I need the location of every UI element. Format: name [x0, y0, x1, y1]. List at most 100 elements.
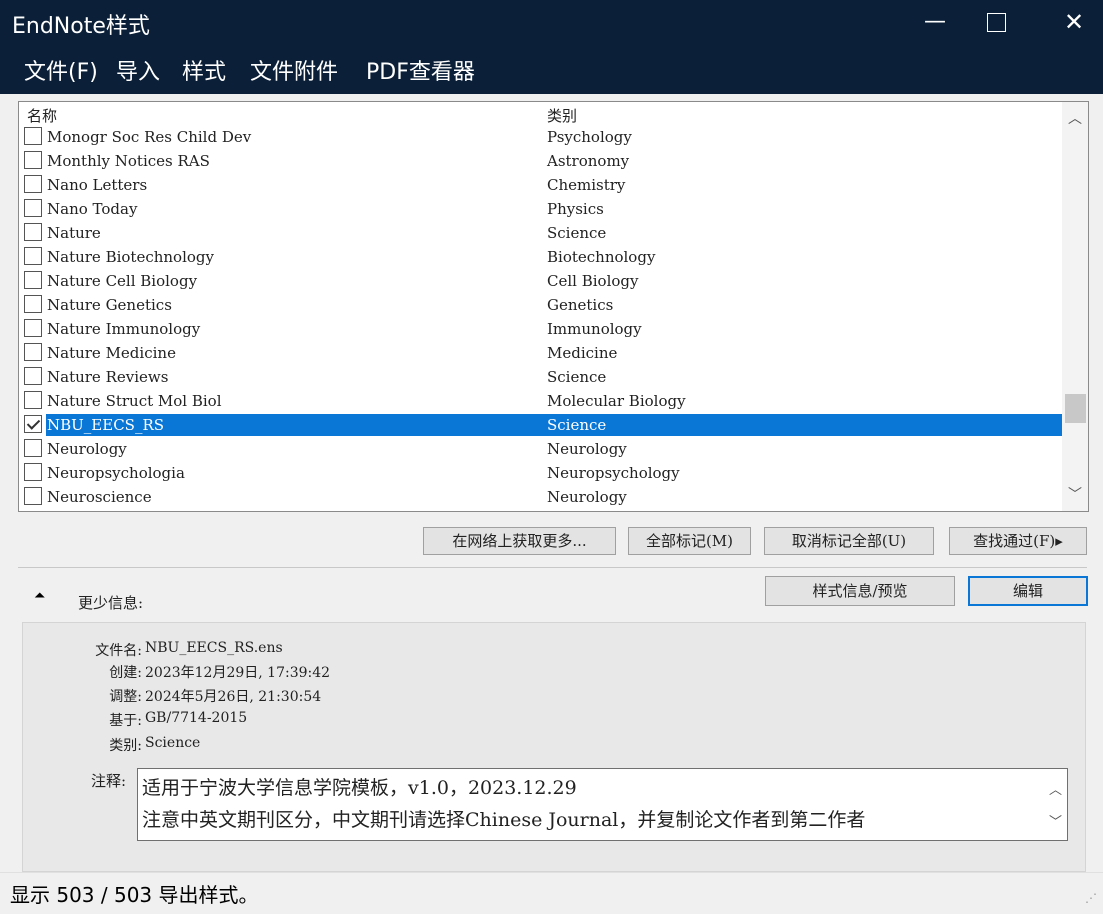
- close-button[interactable]: ✕: [1046, 0, 1102, 48]
- row-category: Immunology: [547, 320, 642, 338]
- row-checkbox[interactable]: [24, 367, 42, 385]
- row-checkbox[interactable]: [24, 199, 42, 217]
- scroll-thumb[interactable]: [1065, 394, 1086, 423]
- row-category: Molecular Biology: [547, 392, 686, 410]
- row-name: Nature Genetics: [47, 296, 172, 314]
- row-name: Nano Today: [47, 200, 138, 218]
- row-name: Nature Reviews: [47, 368, 169, 386]
- row-category: Astronomy: [547, 152, 630, 170]
- row-checkbox[interactable]: [24, 415, 42, 433]
- row-category: Neuropsychology: [547, 464, 680, 482]
- row-checkbox[interactable]: [24, 295, 42, 313]
- column-header-category[interactable]: 类别: [547, 105, 577, 126]
- style-rows: Monogr Soc Res Child Dev Psychology Monthl…: [19, 125, 1062, 509]
- row-category: Science: [547, 224, 607, 242]
- filename-value: NBU_EECS_RS.ens: [145, 640, 283, 656]
- row-category: Cell Biology: [547, 272, 639, 290]
- scroll-down-icon[interactable]: ﹀: [1062, 482, 1088, 508]
- list-row[interactable]: NBU_EECS_RS Science: [19, 413, 1062, 437]
- created-value: 2023年12月29日, 17:39:42: [145, 665, 331, 681]
- row-checkbox[interactable]: [24, 151, 42, 169]
- column-header-name[interactable]: 名称: [27, 105, 57, 126]
- row-name: Nature Cell Biology: [47, 272, 198, 290]
- notes-line-1: 适用于宁波大学信息学院模板，v1.0，2023.12.29: [142, 777, 577, 799]
- row-name: Nature Biotechnology: [47, 248, 214, 266]
- list-row[interactable]: Nature Medicine Medicine: [19, 341, 1062, 365]
- row-checkbox[interactable]: [24, 391, 42, 409]
- window-title: EndNote样式: [12, 14, 150, 39]
- row-checkbox[interactable]: [24, 247, 42, 265]
- minimize-button[interactable]: —: [907, 0, 963, 48]
- row-category: Psychology: [547, 128, 632, 146]
- list-row[interactable]: Nano Letters Chemistry: [19, 173, 1062, 197]
- list-row[interactable]: Neurology Neurology: [19, 437, 1062, 461]
- list-row[interactable]: Nature Reviews Science: [19, 365, 1062, 389]
- row-category: Science: [547, 416, 607, 434]
- edit-button[interactable]: 编辑: [968, 576, 1088, 606]
- title-bar: EndNote样式 — ✕: [0, 0, 1103, 48]
- notes-label: 注释:: [90, 772, 126, 790]
- less-info-toggle[interactable]: 更少信息:: [78, 592, 143, 613]
- notes-textbox[interactable]: 适用于宁波大学信息学院模板，v1.0，2023.12.29 注意中英文期刊区分，…: [137, 768, 1068, 841]
- menu-pdf-viewer[interactable]: PDF查看器: [366, 54, 475, 86]
- row-category: Genetics: [547, 296, 614, 314]
- menu-file[interactable]: 文件(F): [24, 54, 98, 86]
- row-checkbox[interactable]: [24, 223, 42, 241]
- list-scrollbar[interactable]: ︿ ﹀: [1062, 102, 1088, 511]
- separator: [18, 567, 1087, 568]
- notes-scrollbar[interactable]: ︿ ﹀: [1045, 769, 1067, 840]
- notes-scroll-down-icon[interactable]: ﹀: [1049, 811, 1062, 830]
- collapse-info-icon[interactable]: ⏶: [34, 588, 45, 604]
- filename-label: 文件名:: [95, 643, 142, 659]
- row-checkbox[interactable]: [24, 271, 42, 289]
- status-text: 显示 503 / 503 导出样式。: [10, 883, 259, 907]
- row-checkbox[interactable]: [24, 127, 42, 145]
- row-name: Neurology: [47, 440, 127, 458]
- resize-grip-icon[interactable]: ⋰: [1085, 891, 1097, 905]
- based-on-label: 基于:: [109, 713, 142, 729]
- row-name: Nature Struct Mol Biol: [47, 392, 222, 410]
- row-checkbox[interactable]: [24, 319, 42, 337]
- menu-file-attachments[interactable]: 文件附件: [250, 54, 338, 86]
- row-checkbox[interactable]: [24, 175, 42, 193]
- list-row[interactable]: Nature Immunology Immunology: [19, 317, 1062, 341]
- row-category: Chemistry: [547, 176, 626, 194]
- list-row[interactable]: Nature Science: [19, 221, 1062, 245]
- list-row[interactable]: Monthly Notices RAS Astronomy: [19, 149, 1062, 173]
- list-row[interactable]: Nature Genetics Genetics: [19, 293, 1062, 317]
- row-name: Monogr Soc Res Child Dev: [47, 128, 252, 146]
- list-row[interactable]: Neuroscience Neurology: [19, 485, 1062, 509]
- row-name: Nature Immunology: [47, 320, 201, 338]
- list-row[interactable]: Nature Biotechnology Biotechnology: [19, 245, 1062, 269]
- maximize-icon: [986, 13, 1006, 32]
- menu-styles[interactable]: 样式: [182, 54, 226, 86]
- scroll-up-icon[interactable]: ︿: [1062, 106, 1088, 132]
- list-row[interactable]: Nano Today Physics: [19, 197, 1062, 221]
- row-checkbox[interactable]: [24, 487, 42, 505]
- row-category: Physics: [547, 200, 604, 218]
- style-info-preview-button[interactable]: 样式信息/预览: [765, 576, 955, 606]
- list-row[interactable]: Neuropsychologia Neuropsychology: [19, 461, 1062, 485]
- get-more-online-button[interactable]: 在网络上获取更多...: [423, 527, 616, 555]
- status-bar: 显示 503 / 503 导出样式。 ⋰: [0, 872, 1103, 914]
- row-name: Neuroscience: [47, 488, 152, 506]
- row-checkbox[interactable]: [24, 343, 42, 361]
- row-category: Neurology: [547, 440, 627, 458]
- menu-import[interactable]: 导入: [116, 54, 160, 86]
- category-value: Science: [145, 735, 201, 751]
- find-by-button[interactable]: 查找通过(F)▸: [949, 527, 1087, 555]
- row-category: Biotechnology: [547, 248, 656, 266]
- maximize-button[interactable]: [968, 0, 1024, 48]
- notes-scroll-up-icon[interactable]: ︿: [1049, 779, 1062, 798]
- unmark-all-button[interactable]: 取消标记全部(U): [764, 527, 934, 555]
- mark-all-button[interactable]: 全部标记(M): [628, 527, 751, 555]
- modified-value: 2024年5月26日, 21:30:54: [145, 689, 322, 705]
- list-row[interactable]: Nature Cell Biology Cell Biology: [19, 269, 1062, 293]
- row-name: Monthly Notices RAS: [47, 152, 210, 170]
- row-checkbox[interactable]: [24, 439, 42, 457]
- list-row[interactable]: Monogr Soc Res Child Dev Psychology: [19, 125, 1062, 149]
- row-checkbox[interactable]: [24, 463, 42, 481]
- list-row[interactable]: Nature Struct Mol Biol Molecular Biology: [19, 389, 1062, 413]
- row-category: Neurology: [547, 488, 627, 506]
- style-list[interactable]: 名称 类别 Monogr Soc Res Child Dev Psychology…: [18, 101, 1089, 512]
